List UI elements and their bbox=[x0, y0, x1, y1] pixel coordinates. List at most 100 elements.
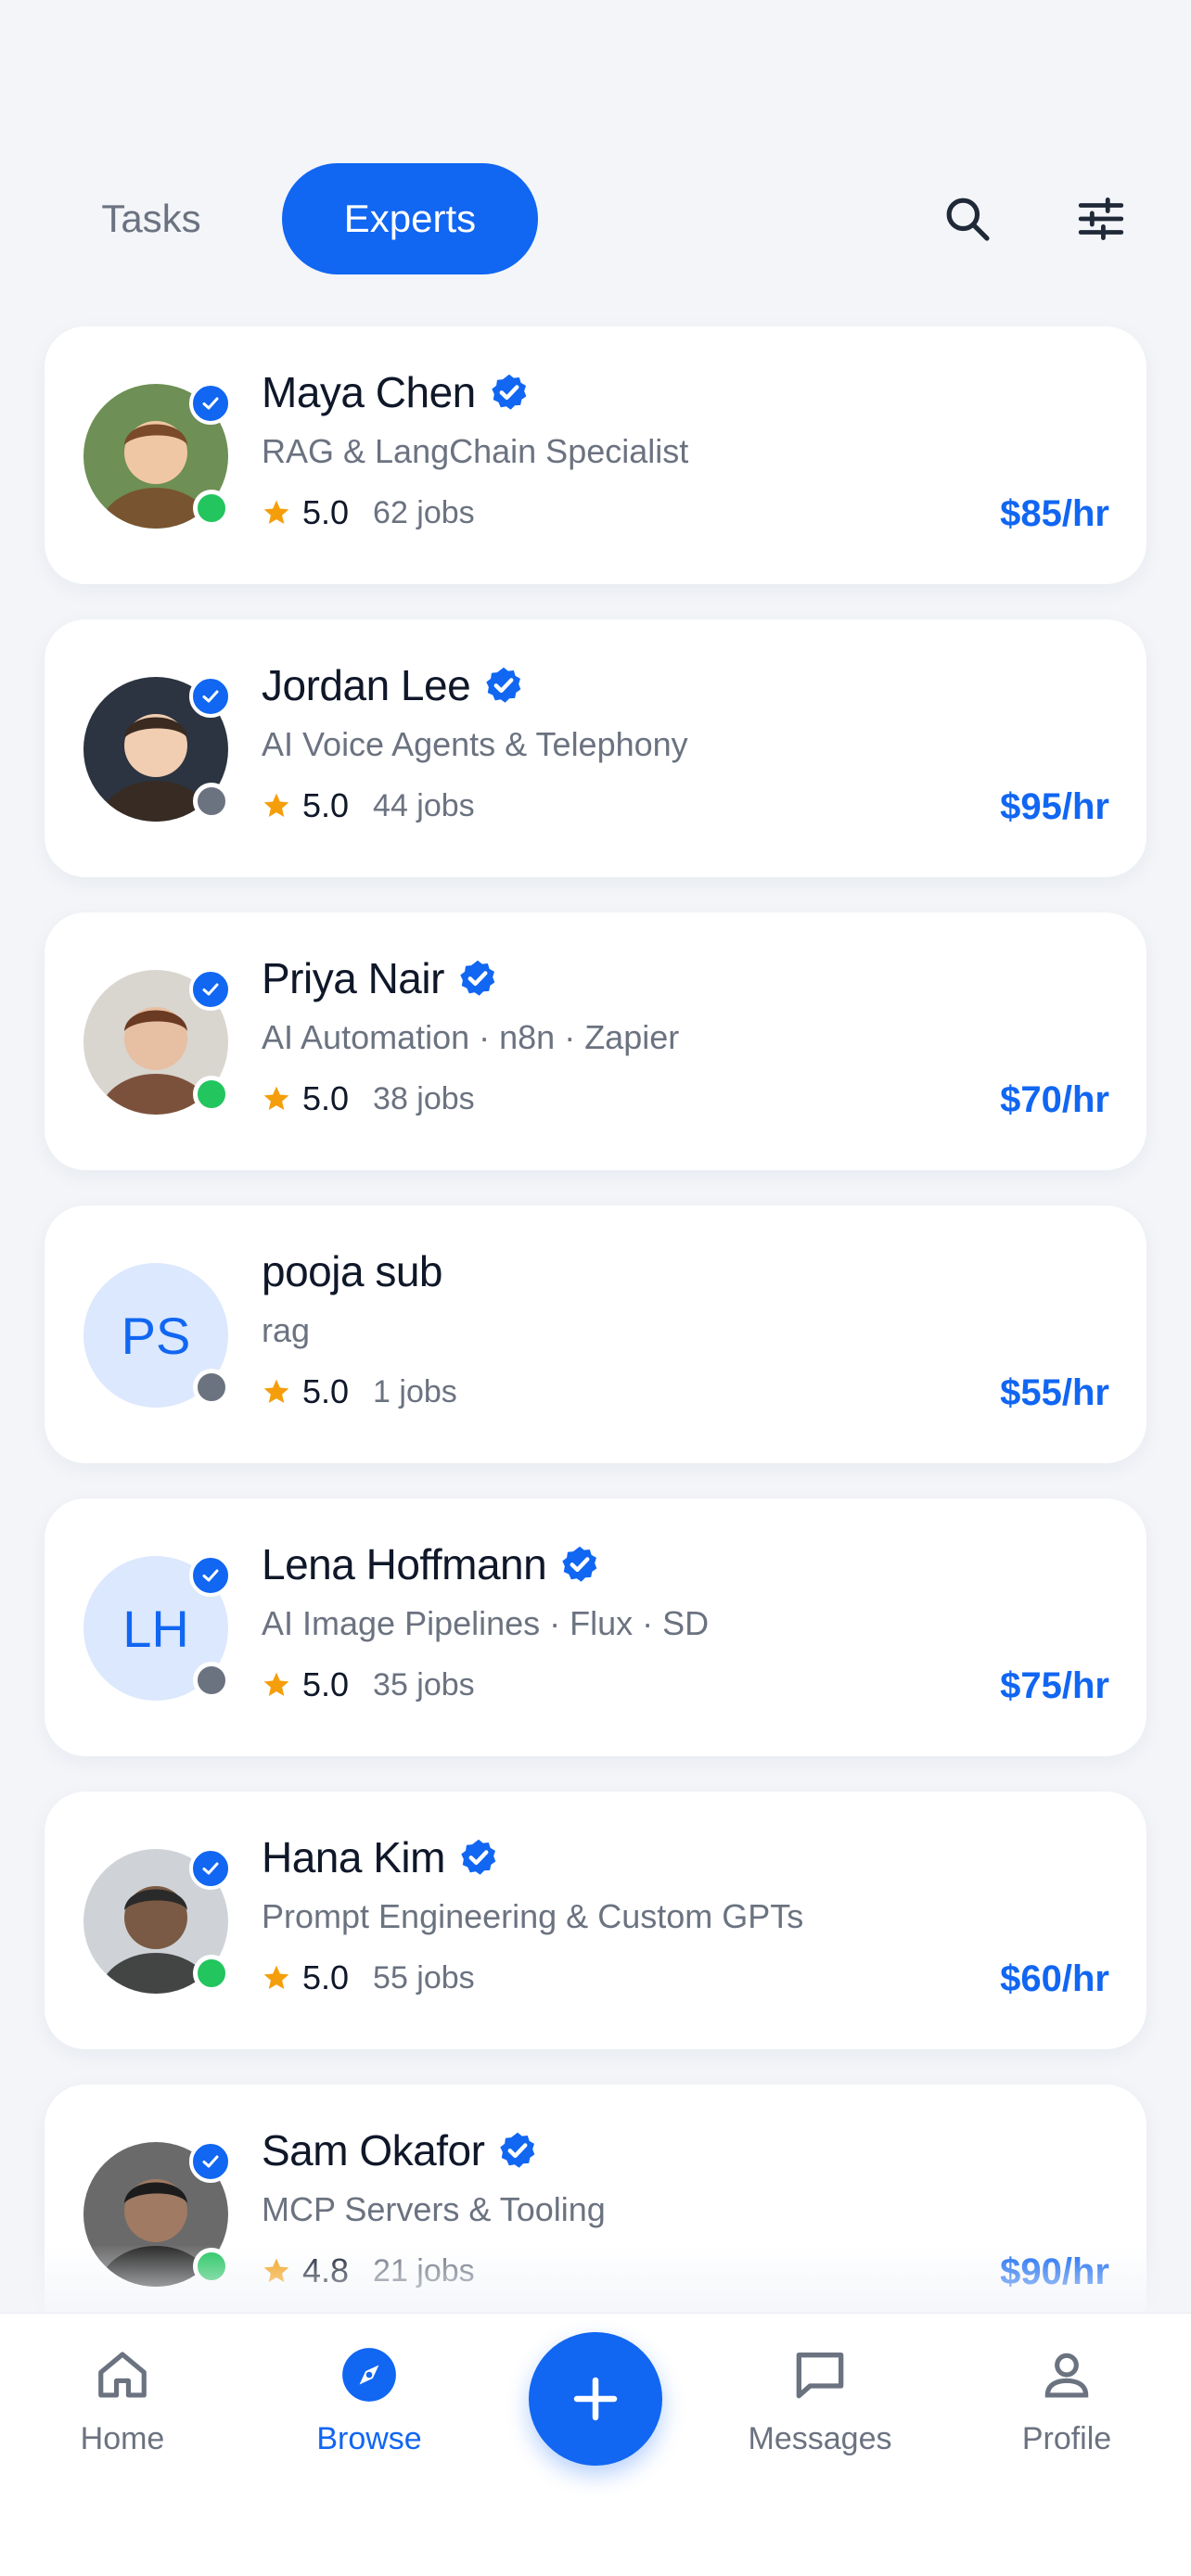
verified-icon bbox=[492, 374, 527, 410]
name-row: Jordan Lee bbox=[262, 660, 524, 710]
search-button[interactable] bbox=[935, 186, 1000, 251]
expert-card[interactable]: Hana Kim Prompt Engineering & Custom GPT… bbox=[45, 1792, 1146, 2049]
hourly-rate: $55/hr bbox=[1000, 1372, 1109, 1413]
expert-stats: 5.0 1 jobs bbox=[262, 1372, 457, 1411]
list-fade bbox=[0, 2244, 1191, 2313]
tab-tasks[interactable]: Tasks bbox=[63, 163, 239, 274]
name-row: Sam Okafor bbox=[262, 2125, 538, 2175]
avatar-container bbox=[83, 968, 232, 1115]
presence-indicator bbox=[193, 1955, 230, 1992]
avatar-container bbox=[83, 675, 232, 822]
nav-home[interactable]: Home bbox=[30, 2341, 215, 2457]
star-icon bbox=[263, 1672, 289, 1696]
presence-indicator bbox=[193, 1076, 230, 1113]
rating-value: 5.0 bbox=[302, 1079, 350, 1117]
verified-icon bbox=[486, 667, 521, 703]
expert-specialty: AI Image Pipelines · Flux · SD bbox=[262, 1604, 710, 1642]
expert-name: pooja sub bbox=[262, 1247, 443, 1295]
star-icon bbox=[263, 1965, 289, 1989]
expert-specialty: Prompt Engineering & Custom GPTs bbox=[262, 1897, 804, 1935]
nav-browse[interactable]: Browse bbox=[276, 2341, 462, 2457]
expert-specialty: AI Voice Agents & Telephony bbox=[262, 725, 688, 763]
expert-name: Priya Nair bbox=[262, 954, 444, 1002]
avatar-container bbox=[83, 382, 232, 529]
user-icon bbox=[1044, 2353, 1089, 2398]
message-icon bbox=[796, 2353, 844, 2399]
avatar-initials: PS bbox=[121, 1306, 191, 1365]
expert-card[interactable]: PS pooja sub rag 5.0 1 jobs $55/hr bbox=[45, 1205, 1146, 1463]
star-icon bbox=[263, 1379, 289, 1403]
verified-icon bbox=[500, 2132, 535, 2168]
add-button[interactable] bbox=[529, 2332, 662, 2466]
home-icon bbox=[98, 2352, 147, 2398]
tab-experts[interactable]: Experts bbox=[282, 163, 538, 274]
nav-profile-label: Profile bbox=[1021, 2421, 1112, 2456]
hourly-rate: $95/hr bbox=[1000, 786, 1109, 827]
expert-card[interactable]: Jordan Lee AI Voice Agents & Telephony 5… bbox=[45, 619, 1146, 877]
name-row: pooja sub bbox=[262, 1246, 443, 1296]
nav-home-label: Home bbox=[80, 2421, 165, 2456]
star-icon bbox=[263, 1086, 289, 1110]
presence-indicator bbox=[193, 490, 230, 527]
presence-indicator bbox=[193, 783, 230, 820]
expert-name: Lena Hoffmann bbox=[262, 1540, 547, 1588]
checkmark-icon bbox=[202, 397, 219, 410]
name-row: Lena Hoffmann bbox=[262, 1539, 600, 1589]
jobs-count: 38 jobs bbox=[373, 1080, 475, 1116]
presence-indicator bbox=[193, 1369, 230, 1406]
verified-badge bbox=[189, 968, 232, 1011]
verified-badge bbox=[189, 1554, 232, 1597]
verified-badge bbox=[189, 1847, 232, 1890]
expert-name: Hana Kim bbox=[262, 1833, 445, 1881]
jobs-count: 55 jobs bbox=[373, 1959, 475, 1996]
avatar-container: LH bbox=[83, 1554, 232, 1701]
rating-value: 5.0 bbox=[302, 786, 350, 824]
expert-specialty: RAG & LangChain Specialist bbox=[262, 432, 689, 470]
expert-card[interactable]: Priya Nair AI Automation · n8n · Zapier … bbox=[45, 912, 1146, 1170]
name-row: Maya Chen bbox=[262, 367, 530, 417]
star-icon bbox=[263, 500, 289, 524]
filter-sliders-icon bbox=[1078, 198, 1124, 240]
nav-messages-label: Messages bbox=[748, 2421, 892, 2456]
rating-value: 5.0 bbox=[302, 1372, 350, 1410]
expert-stats: 5.0 38 jobs bbox=[262, 1079, 475, 1118]
expert-stats: 5.0 62 jobs bbox=[262, 493, 475, 532]
name-row: Priya Nair bbox=[262, 953, 498, 1003]
jobs-count: 44 jobs bbox=[373, 787, 475, 823]
jobs-count: 62 jobs bbox=[373, 494, 475, 530]
verified-badge bbox=[189, 2140, 232, 2183]
avatar-container bbox=[83, 1847, 232, 1994]
rating-value: 5.0 bbox=[302, 1665, 350, 1703]
hourly-rate: $70/hr bbox=[1000, 1079, 1109, 1120]
checkmark-icon bbox=[202, 1862, 219, 1875]
filter-button[interactable] bbox=[1069, 186, 1133, 251]
checkmark-icon bbox=[202, 2155, 219, 2168]
top-bar: Tasks Experts bbox=[0, 163, 1191, 274]
hourly-rate: $60/hr bbox=[1000, 1958, 1109, 1999]
jobs-count: 35 jobs bbox=[373, 1666, 475, 1702]
expert-card[interactable]: Maya Chen RAG & LangChain Specialist 5.0… bbox=[45, 326, 1146, 584]
verified-icon bbox=[461, 1839, 496, 1875]
nav-profile[interactable]: Profile bbox=[974, 2341, 1159, 2457]
verified-badge bbox=[189, 382, 232, 425]
expert-name: Maya Chen bbox=[262, 368, 476, 416]
checkmark-icon bbox=[202, 690, 219, 703]
verified-icon bbox=[460, 960, 495, 996]
experts-browse-screen: Tasks Experts Maya Chen RAG & LangChain … bbox=[0, 0, 1191, 2576]
expert-stats: 5.0 55 jobs bbox=[262, 1958, 475, 1997]
search-icon bbox=[946, 198, 990, 241]
avatar-container: PS bbox=[83, 1263, 230, 1408]
checkmark-icon bbox=[202, 983, 219, 996]
name-row: Hana Kim bbox=[262, 1832, 499, 1882]
hourly-rate: $85/hr bbox=[1000, 493, 1109, 534]
checkmark-icon bbox=[202, 1569, 219, 1582]
avatar-initials: LH bbox=[122, 1599, 189, 1658]
verified-badge bbox=[189, 675, 232, 718]
nav-messages[interactable]: Messages bbox=[727, 2341, 913, 2457]
nav-browse-label: Browse bbox=[316, 2421, 422, 2456]
hourly-rate: $75/hr bbox=[1000, 1665, 1109, 1706]
expert-card[interactable]: LH Lena Hoffmann AI Image Pipelines · Fl… bbox=[45, 1498, 1146, 1756]
verified-icon bbox=[562, 1546, 597, 1582]
expert-stats: 5.0 44 jobs bbox=[262, 786, 475, 825]
expert-name: Jordan Lee bbox=[262, 661, 471, 709]
